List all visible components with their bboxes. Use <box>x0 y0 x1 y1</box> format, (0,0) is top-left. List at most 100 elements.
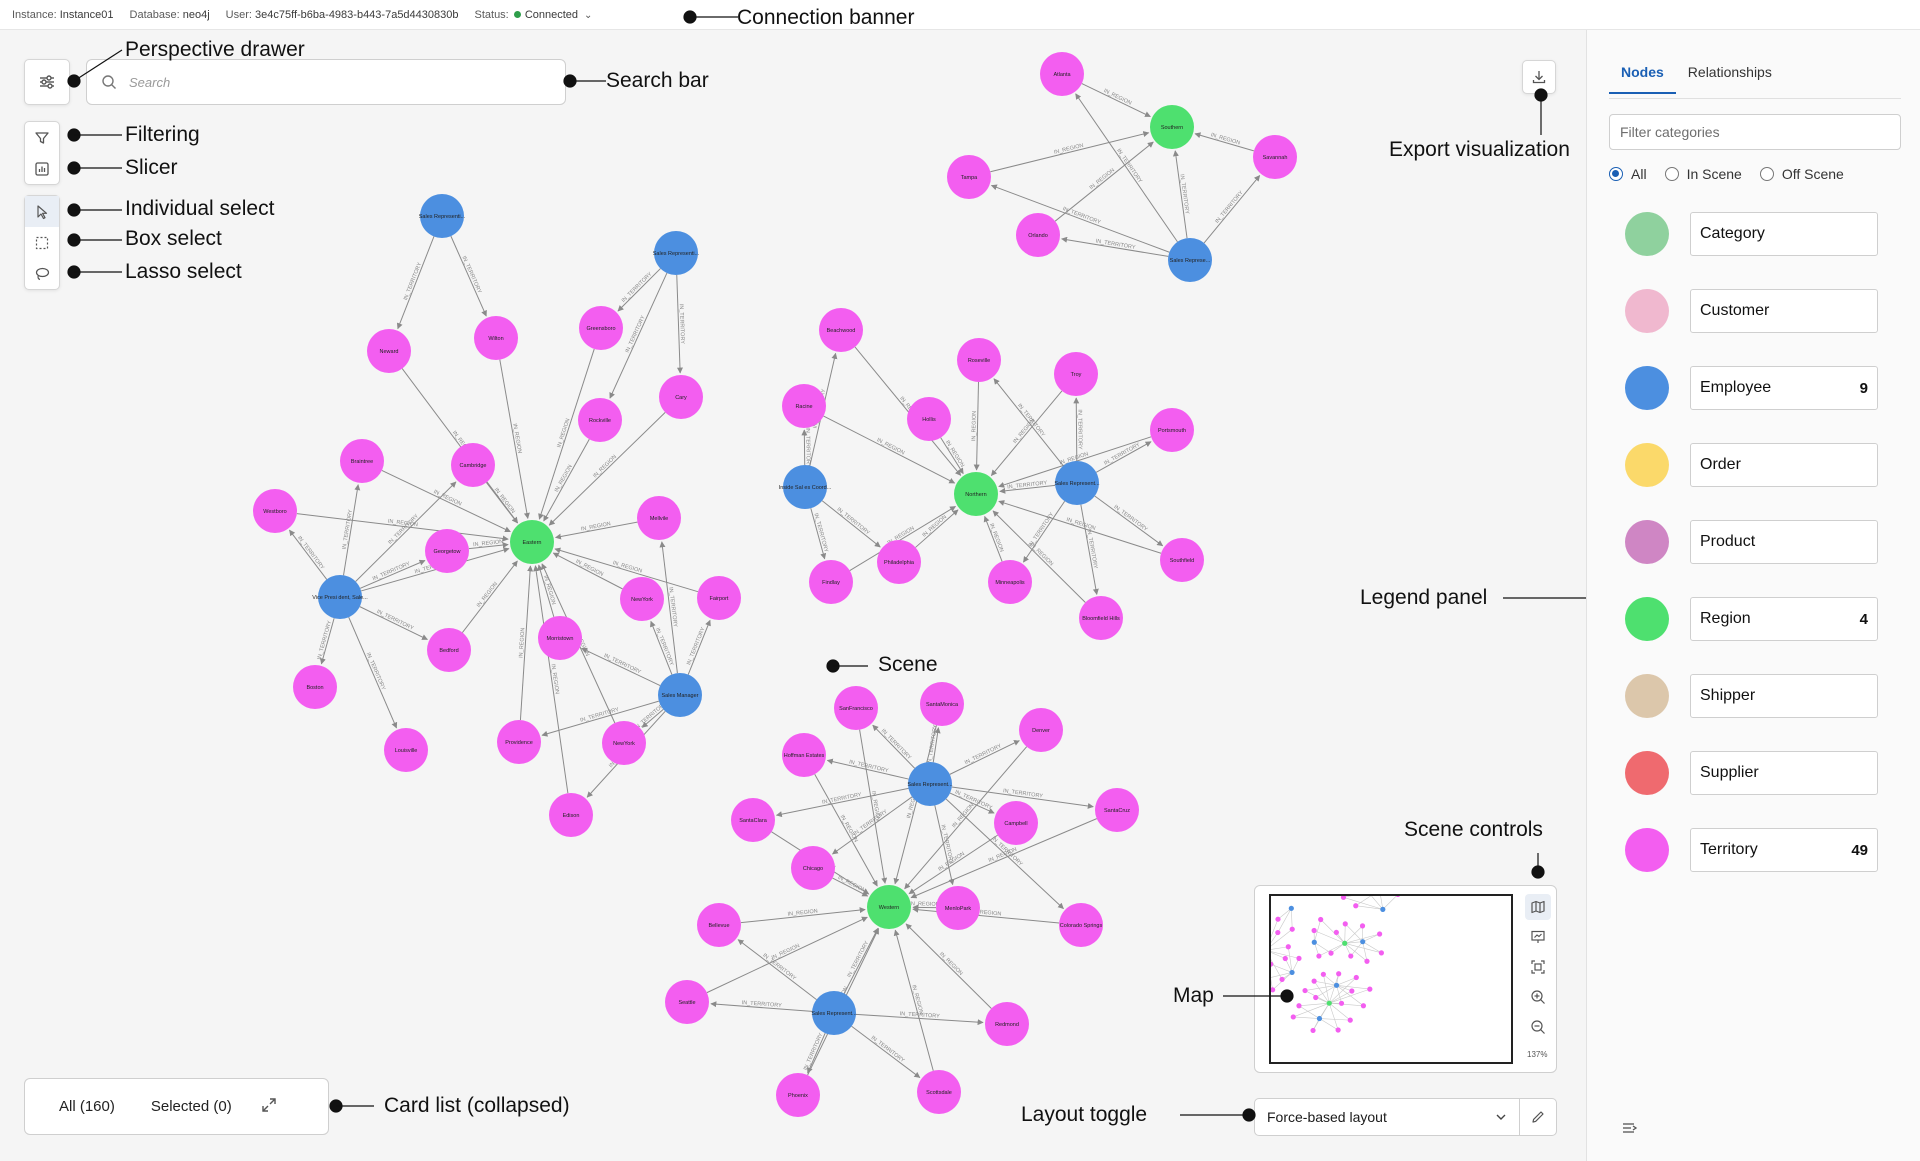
filter-categories-input[interactable] <box>1609 114 1901 150</box>
node-territory[interactable]: Edison <box>549 793 593 837</box>
export-visualization-button[interactable] <box>1522 60 1556 94</box>
legend-item-product[interactable]: Product <box>1625 518 1907 566</box>
radio-in-scene[interactable]: In Scene <box>1664 166 1742 182</box>
node-region[interactable]: Southern <box>1150 105 1194 149</box>
node-territory[interactable]: Louisville <box>384 728 428 772</box>
legend-label-box[interactable]: Category <box>1690 212 1878 256</box>
search-bar[interactable] <box>86 59 566 105</box>
zoom-out-button[interactable] <box>1525 1014 1551 1040</box>
node-territory[interactable]: Rockville <box>578 398 622 442</box>
node-territory[interactable]: Minneapolis <box>988 560 1032 604</box>
tab-nodes[interactable]: Nodes <box>1609 58 1676 94</box>
expand-icon[interactable] <box>250 1096 296 1118</box>
node-territory[interactable]: Roseville <box>957 338 1001 382</box>
node-territory[interactable]: SantaClara <box>731 798 775 842</box>
node-territory[interactable]: SantaMonica <box>920 682 964 726</box>
node-region[interactable]: Northern <box>954 472 998 516</box>
perspective-drawer-button[interactable] <box>24 59 70 105</box>
node-territory[interactable]: Tampa <box>947 155 991 199</box>
tab-relationships[interactable]: Relationships <box>1676 58 1784 94</box>
radio-all[interactable]: All <box>1609 166 1647 182</box>
zoom-in-button[interactable] <box>1525 984 1551 1010</box>
node-territory[interactable]: Southfield <box>1160 538 1204 582</box>
node-employee[interactable]: Sales Representi... <box>653 231 700 275</box>
node-territory[interactable]: Chicago <box>791 846 835 890</box>
node-territory[interactable]: Providence <box>497 720 541 764</box>
legend-label-box[interactable]: Region 4 <box>1690 597 1878 641</box>
chevron-down-icon[interactable]: ⌄ <box>584 10 592 21</box>
node-region[interactable]: Eastern <box>510 520 554 564</box>
node-territory[interactable]: NewYork <box>620 577 664 621</box>
node-territory[interactable]: Seattle <box>665 980 709 1024</box>
node-territory[interactable]: Mellvile <box>637 496 681 540</box>
node-territory[interactable]: Morristown <box>538 616 582 660</box>
legend-item-territory[interactable]: Territory 49 <box>1625 826 1907 874</box>
card-list-selected-button[interactable]: Selected (0) <box>133 1098 250 1115</box>
legend-item-employee[interactable]: Employee 9 <box>1625 364 1907 412</box>
legend-item-category[interactable]: Category <box>1625 210 1907 258</box>
collapse-panel-icon[interactable] <box>1621 1120 1639 1136</box>
node-territory[interactable]: Braintree <box>340 439 384 483</box>
node-territory[interactable]: Atlanta <box>1040 52 1084 96</box>
legend-label-box[interactable]: Product <box>1690 520 1878 564</box>
node-territory[interactable]: NewYork <box>602 721 646 765</box>
node-territory[interactable]: Cambridge <box>451 443 495 487</box>
node-territory[interactable]: Wilton <box>474 316 518 360</box>
node-territory[interactable]: Findlay <box>809 560 853 604</box>
node-employee[interactable]: Sales Representi... <box>419 194 466 238</box>
legend-color-swatch[interactable] <box>1625 289 1669 333</box>
node-territory[interactable]: Bedford <box>427 628 471 672</box>
node-employee[interactable]: Sales Manager <box>658 673 702 717</box>
legend-color-swatch[interactable] <box>1625 828 1669 872</box>
node-territory[interactable]: Campbell <box>994 801 1038 845</box>
node-territory[interactable]: Westboro <box>253 489 297 533</box>
legend-color-swatch[interactable] <box>1625 674 1669 718</box>
legend-item-supplier[interactable]: Supplier <box>1625 749 1907 797</box>
node-territory[interactable]: Racine <box>782 384 826 428</box>
map-toggle-button[interactable] <box>1525 894 1551 920</box>
node-employee[interactable]: Sales Represe... <box>1168 238 1212 282</box>
presentation-mode-button[interactable] <box>1525 924 1551 950</box>
node-territory[interactable]: Redmond <box>985 1002 1029 1046</box>
legend-label-box[interactable]: Territory 49 <box>1690 828 1878 872</box>
layout-toggle[interactable]: Force-based layout <box>1254 1098 1557 1136</box>
legend-label-box[interactable]: Employee 9 <box>1690 366 1878 410</box>
node-territory[interactable]: Philadelphia <box>877 540 921 584</box>
card-list-all-button[interactable]: All (160) <box>25 1098 133 1115</box>
minimap-viewport[interactable] <box>1217 879 1513 1064</box>
node-territory[interactable]: Boston <box>293 665 337 709</box>
node-territory[interactable]: MenloPark <box>936 886 980 930</box>
node-territory[interactable]: Fairport <box>697 576 741 620</box>
layout-select[interactable]: Force-based layout <box>1255 1099 1520 1135</box>
legend-label-box[interactable]: Supplier <box>1690 751 1878 795</box>
legend-item-customer[interactable]: Customer <box>1625 287 1907 335</box>
node-territory[interactable]: Greensboro <box>579 306 623 350</box>
node-region[interactable]: Western <box>867 885 911 929</box>
node-territory[interactable]: Cary <box>659 375 703 419</box>
slicer-button[interactable] <box>25 153 59 184</box>
legend-color-swatch[interactable] <box>1625 751 1669 795</box>
node-territory[interactable]: Phoenix <box>776 1073 820 1117</box>
box-select-button[interactable] <box>25 227 59 258</box>
individual-select-button[interactable] <box>25 196 59 227</box>
filter-button[interactable] <box>25 122 59 153</box>
node-territory[interactable]: SanFrancisco <box>834 686 878 730</box>
node-territory[interactable]: Bellevue <box>697 903 741 947</box>
node-territory[interactable]: Georgetow <box>425 529 469 573</box>
fit-to-screen-button[interactable] <box>1525 954 1551 980</box>
legend-color-swatch[interactable] <box>1625 597 1669 641</box>
scene-minimap[interactable]: 137% <box>1217 879 1557 1073</box>
node-territory[interactable]: Bloomfield Hills <box>1079 596 1123 640</box>
legend-label-box[interactable]: Order <box>1690 443 1878 487</box>
legend-color-swatch[interactable] <box>1625 212 1669 256</box>
node-employee[interactable]: Sales Represent... <box>811 991 857 1035</box>
node-territory[interactable]: Scottsdale <box>917 1070 961 1114</box>
legend-color-swatch[interactable] <box>1625 366 1669 410</box>
legend-item-shipper[interactable]: Shipper <box>1625 672 1907 720</box>
search-input[interactable] <box>127 73 531 91</box>
node-territory[interactable]: Neward <box>367 329 411 373</box>
lasso-select-button[interactable] <box>25 258 59 289</box>
node-territory[interactable]: Hoffman Estates <box>782 733 826 777</box>
node-territory[interactable]: Colorado Springs <box>1059 903 1103 947</box>
legend-color-swatch[interactable] <box>1625 520 1669 564</box>
